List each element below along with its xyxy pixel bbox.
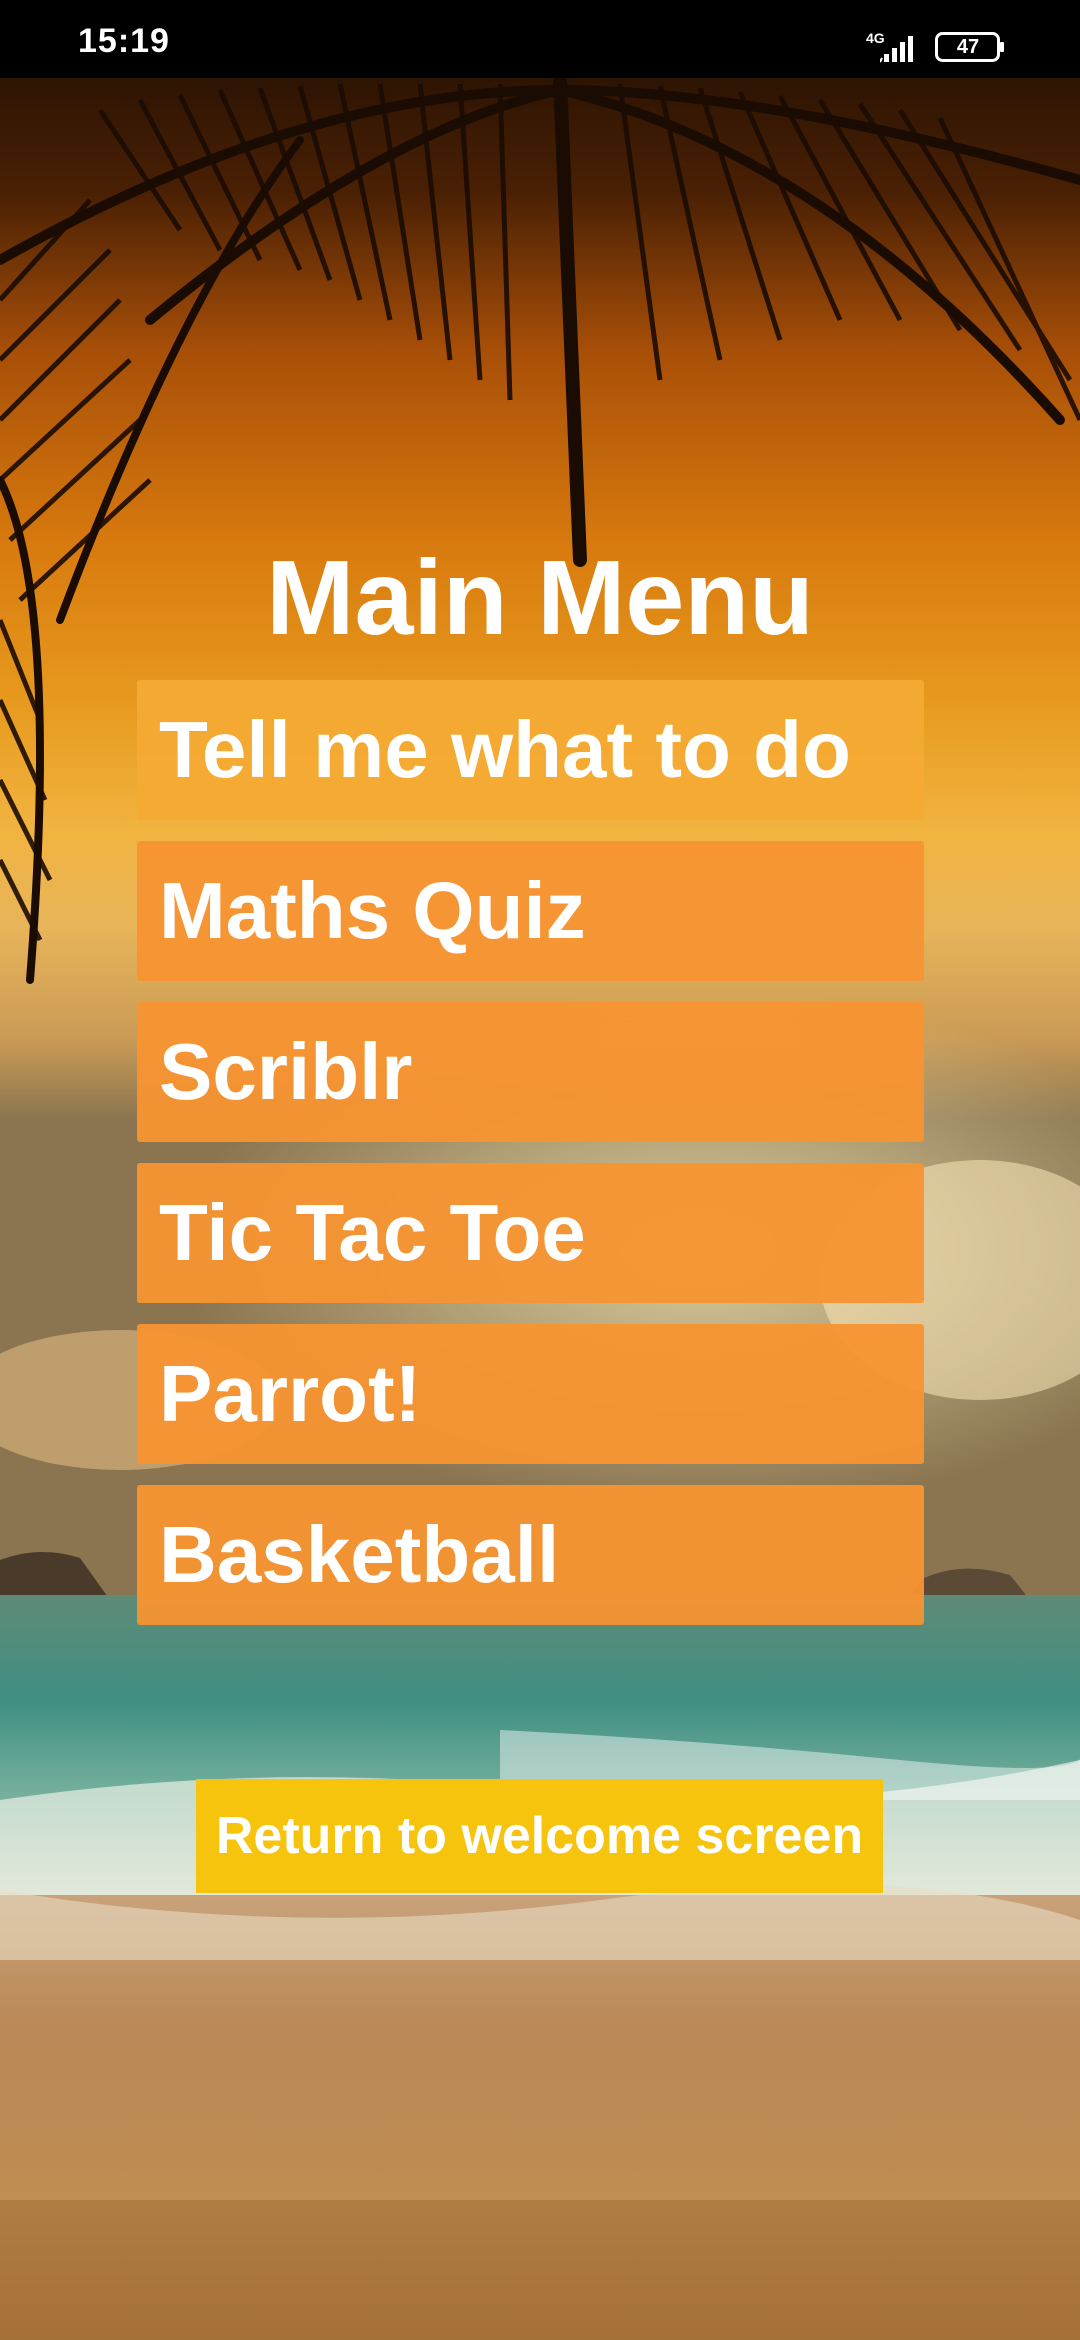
menu-button-parrot[interactable]: Parrot! [137, 1324, 924, 1464]
menu-button-scriblr[interactable]: Scriblr [137, 1002, 924, 1142]
status-bar: 15:19 4G 47 [0, 0, 1080, 78]
app-screen: 15:19 4G 47 Main Menu Tell me what to do… [0, 0, 1080, 2340]
menu-button-label: Tell me what to do [159, 705, 851, 794]
page-title: Main Menu [266, 539, 814, 657]
return-to-welcome-button[interactable]: Return to welcome screen [196, 1779, 883, 1893]
menu-button-label: Basketball [159, 1510, 560, 1599]
menu-button-label: Parrot! [159, 1349, 422, 1438]
menu-button-maths-quiz[interactable]: Maths Quiz [137, 841, 924, 981]
menu-button-basketball[interactable]: Basketball [137, 1485, 924, 1625]
return-button-label: Return to welcome screen [215, 1807, 864, 1865]
menu-button-label: Tic Tac Toe [159, 1188, 586, 1277]
signal-strength-icon [880, 36, 913, 63]
menu-button-label: Maths Quiz [159, 866, 586, 955]
menu-button-label: Scriblr [159, 1027, 413, 1116]
battery-level: 47 [956, 36, 980, 58]
menu-button-tic-tac-toe[interactable]: Tic Tac Toe [137, 1163, 924, 1303]
status-time: 15:19 [78, 22, 170, 60]
menu-button-tell-me-what-to-do[interactable]: Tell me what to do [137, 680, 924, 820]
